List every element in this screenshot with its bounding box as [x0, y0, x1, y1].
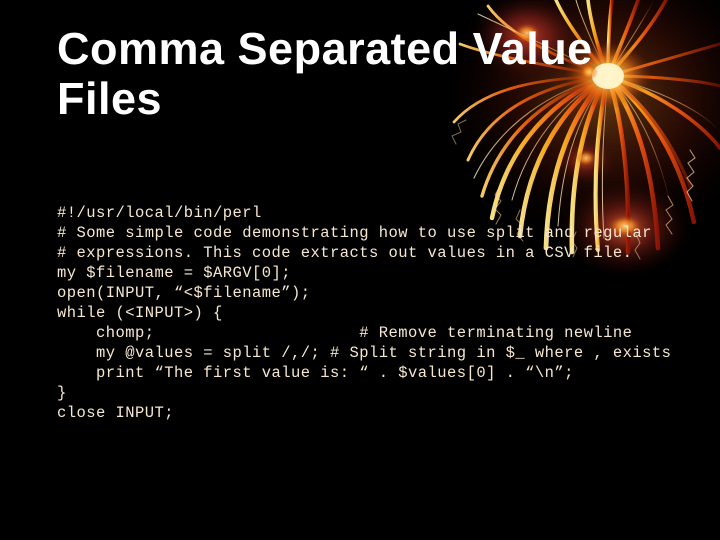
code-line: # expressions. This code extracts out va… — [57, 244, 633, 262]
code-line: my $filename = $ARGV[0]; — [57, 264, 292, 282]
code-line: my @values = split /,/; # Split string i… — [57, 344, 672, 362]
code-line: # Some simple code demonstrating how to … — [57, 224, 652, 242]
code-line: print “The first value is: “ . $values[0… — [57, 364, 574, 382]
code-line: close INPUT; — [57, 404, 175, 422]
page-title: Comma Separated Value Files — [57, 23, 606, 124]
code-line: #!/usr/local/bin/perl — [57, 204, 262, 222]
slide-canvas: Comma Separated Value Files #!/usr/local… — [0, 0, 720, 540]
code-listing: #!/usr/local/bin/perl # Some simple code… — [57, 203, 717, 423]
code-line: while (<INPUT>) { — [57, 304, 223, 322]
code-line: chomp; # Remove terminating newline — [57, 324, 633, 342]
code-line: open(INPUT, “<$filename”); — [57, 284, 311, 302]
title-block: Comma Separated Value Files — [57, 24, 697, 124]
code-line: } — [57, 384, 67, 402]
